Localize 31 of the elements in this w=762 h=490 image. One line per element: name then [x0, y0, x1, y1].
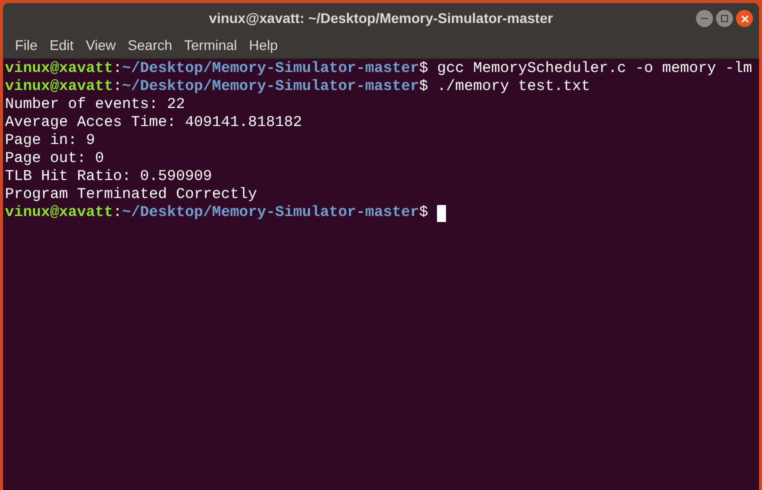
- output-text: Page out: 0: [5, 150, 104, 168]
- maximize-button[interactable]: [716, 10, 733, 27]
- command-text: ./memory test.txt: [437, 78, 590, 96]
- command-text: gcc MemoryScheduler.c -o memory -lm: [437, 60, 752, 78]
- prompt-symbol: $: [419, 78, 428, 96]
- menu-item[interactable]: View: [80, 35, 122, 56]
- prompt-separator: :: [113, 204, 122, 222]
- prompt-symbol: $: [419, 204, 428, 222]
- output-text: Number of events: 22: [5, 96, 186, 114]
- menu-item[interactable]: Edit: [44, 35, 80, 56]
- menu-item[interactable]: File: [9, 35, 44, 56]
- prompt-path: ~/Desktop/Memory-Simulator-master: [122, 78, 420, 96]
- output-text: Average Acces Time: 409141.818182: [5, 114, 302, 132]
- prompt-separator: :: [113, 78, 122, 96]
- menu-item[interactable]: Search: [122, 35, 178, 56]
- close-button[interactable]: [736, 10, 753, 27]
- output-text: TLB Hit Ratio: 0.590909: [5, 168, 212, 186]
- menu-item[interactable]: Terminal: [178, 35, 244, 56]
- prompt-user-host: vinux@xavatt: [5, 204, 114, 222]
- prompt-user-host: vinux@xavatt: [5, 78, 114, 96]
- prompt-path: ~/Desktop/Memory-Simulator-master: [122, 204, 420, 222]
- close-icon: [740, 14, 748, 22]
- minimize-button[interactable]: [696, 10, 713, 27]
- prompt-symbol: $: [419, 60, 428, 78]
- output-text: Program Terminated Correctly: [5, 186, 258, 204]
- window-title: vinux@xavatt: ~/Desktop/Memory-Simulator-master: [209, 8, 553, 28]
- menu-item[interactable]: Help: [243, 35, 284, 56]
- prompt-path: ~/Desktop/Memory-Simulator-master: [122, 60, 420, 78]
- prompt-separator: :: [113, 60, 122, 78]
- output-text: Page in: 9: [5, 132, 96, 150]
- prompt-user-host: vinux@xavatt: [5, 60, 114, 78]
